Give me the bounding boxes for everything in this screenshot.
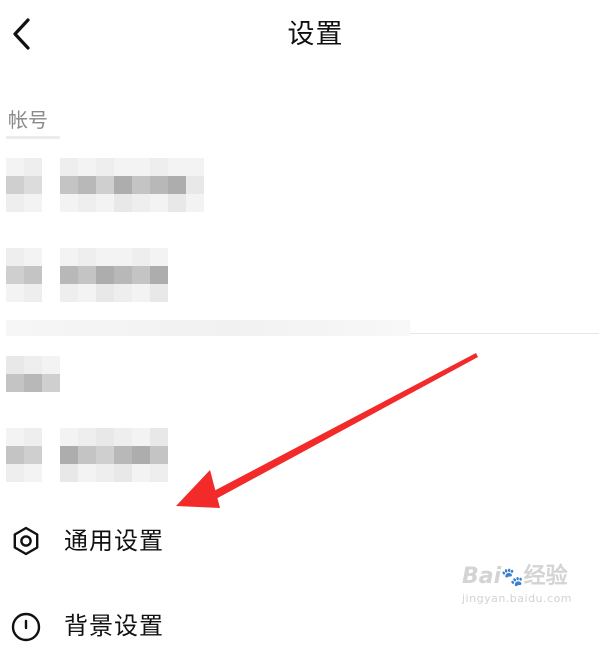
- section-underline: [6, 136, 60, 139]
- watermark: Bai🐾经验 jingyan.baidu.com: [452, 556, 582, 612]
- blurred-item-icon: [6, 428, 42, 482]
- divider: [410, 333, 599, 334]
- list-item-label: 通用设置: [64, 527, 164, 555]
- blurred-separator: [6, 320, 410, 336]
- section-header-account: 帐号: [8, 108, 48, 132]
- blurred-account-icon: [6, 158, 42, 212]
- blurred-section-header: [6, 356, 60, 392]
- blurred-item-label[interactable]: [60, 428, 168, 482]
- watermark-url: jingyan.baidu.com: [462, 592, 573, 605]
- blurred-account-name[interactable]: [60, 248, 168, 302]
- blurred-account-name[interactable]: [60, 158, 204, 212]
- page-title: 设置: [287, 19, 344, 50]
- nav-bar: 设置: [0, 0, 599, 74]
- watermark-brand: Bai🐾经验: [462, 564, 568, 589]
- list-item-label: 背景设置: [64, 612, 164, 640]
- circle-icon: [9, 610, 43, 644]
- blurred-account-icon: [6, 248, 42, 302]
- gear-icon: [9, 525, 43, 559]
